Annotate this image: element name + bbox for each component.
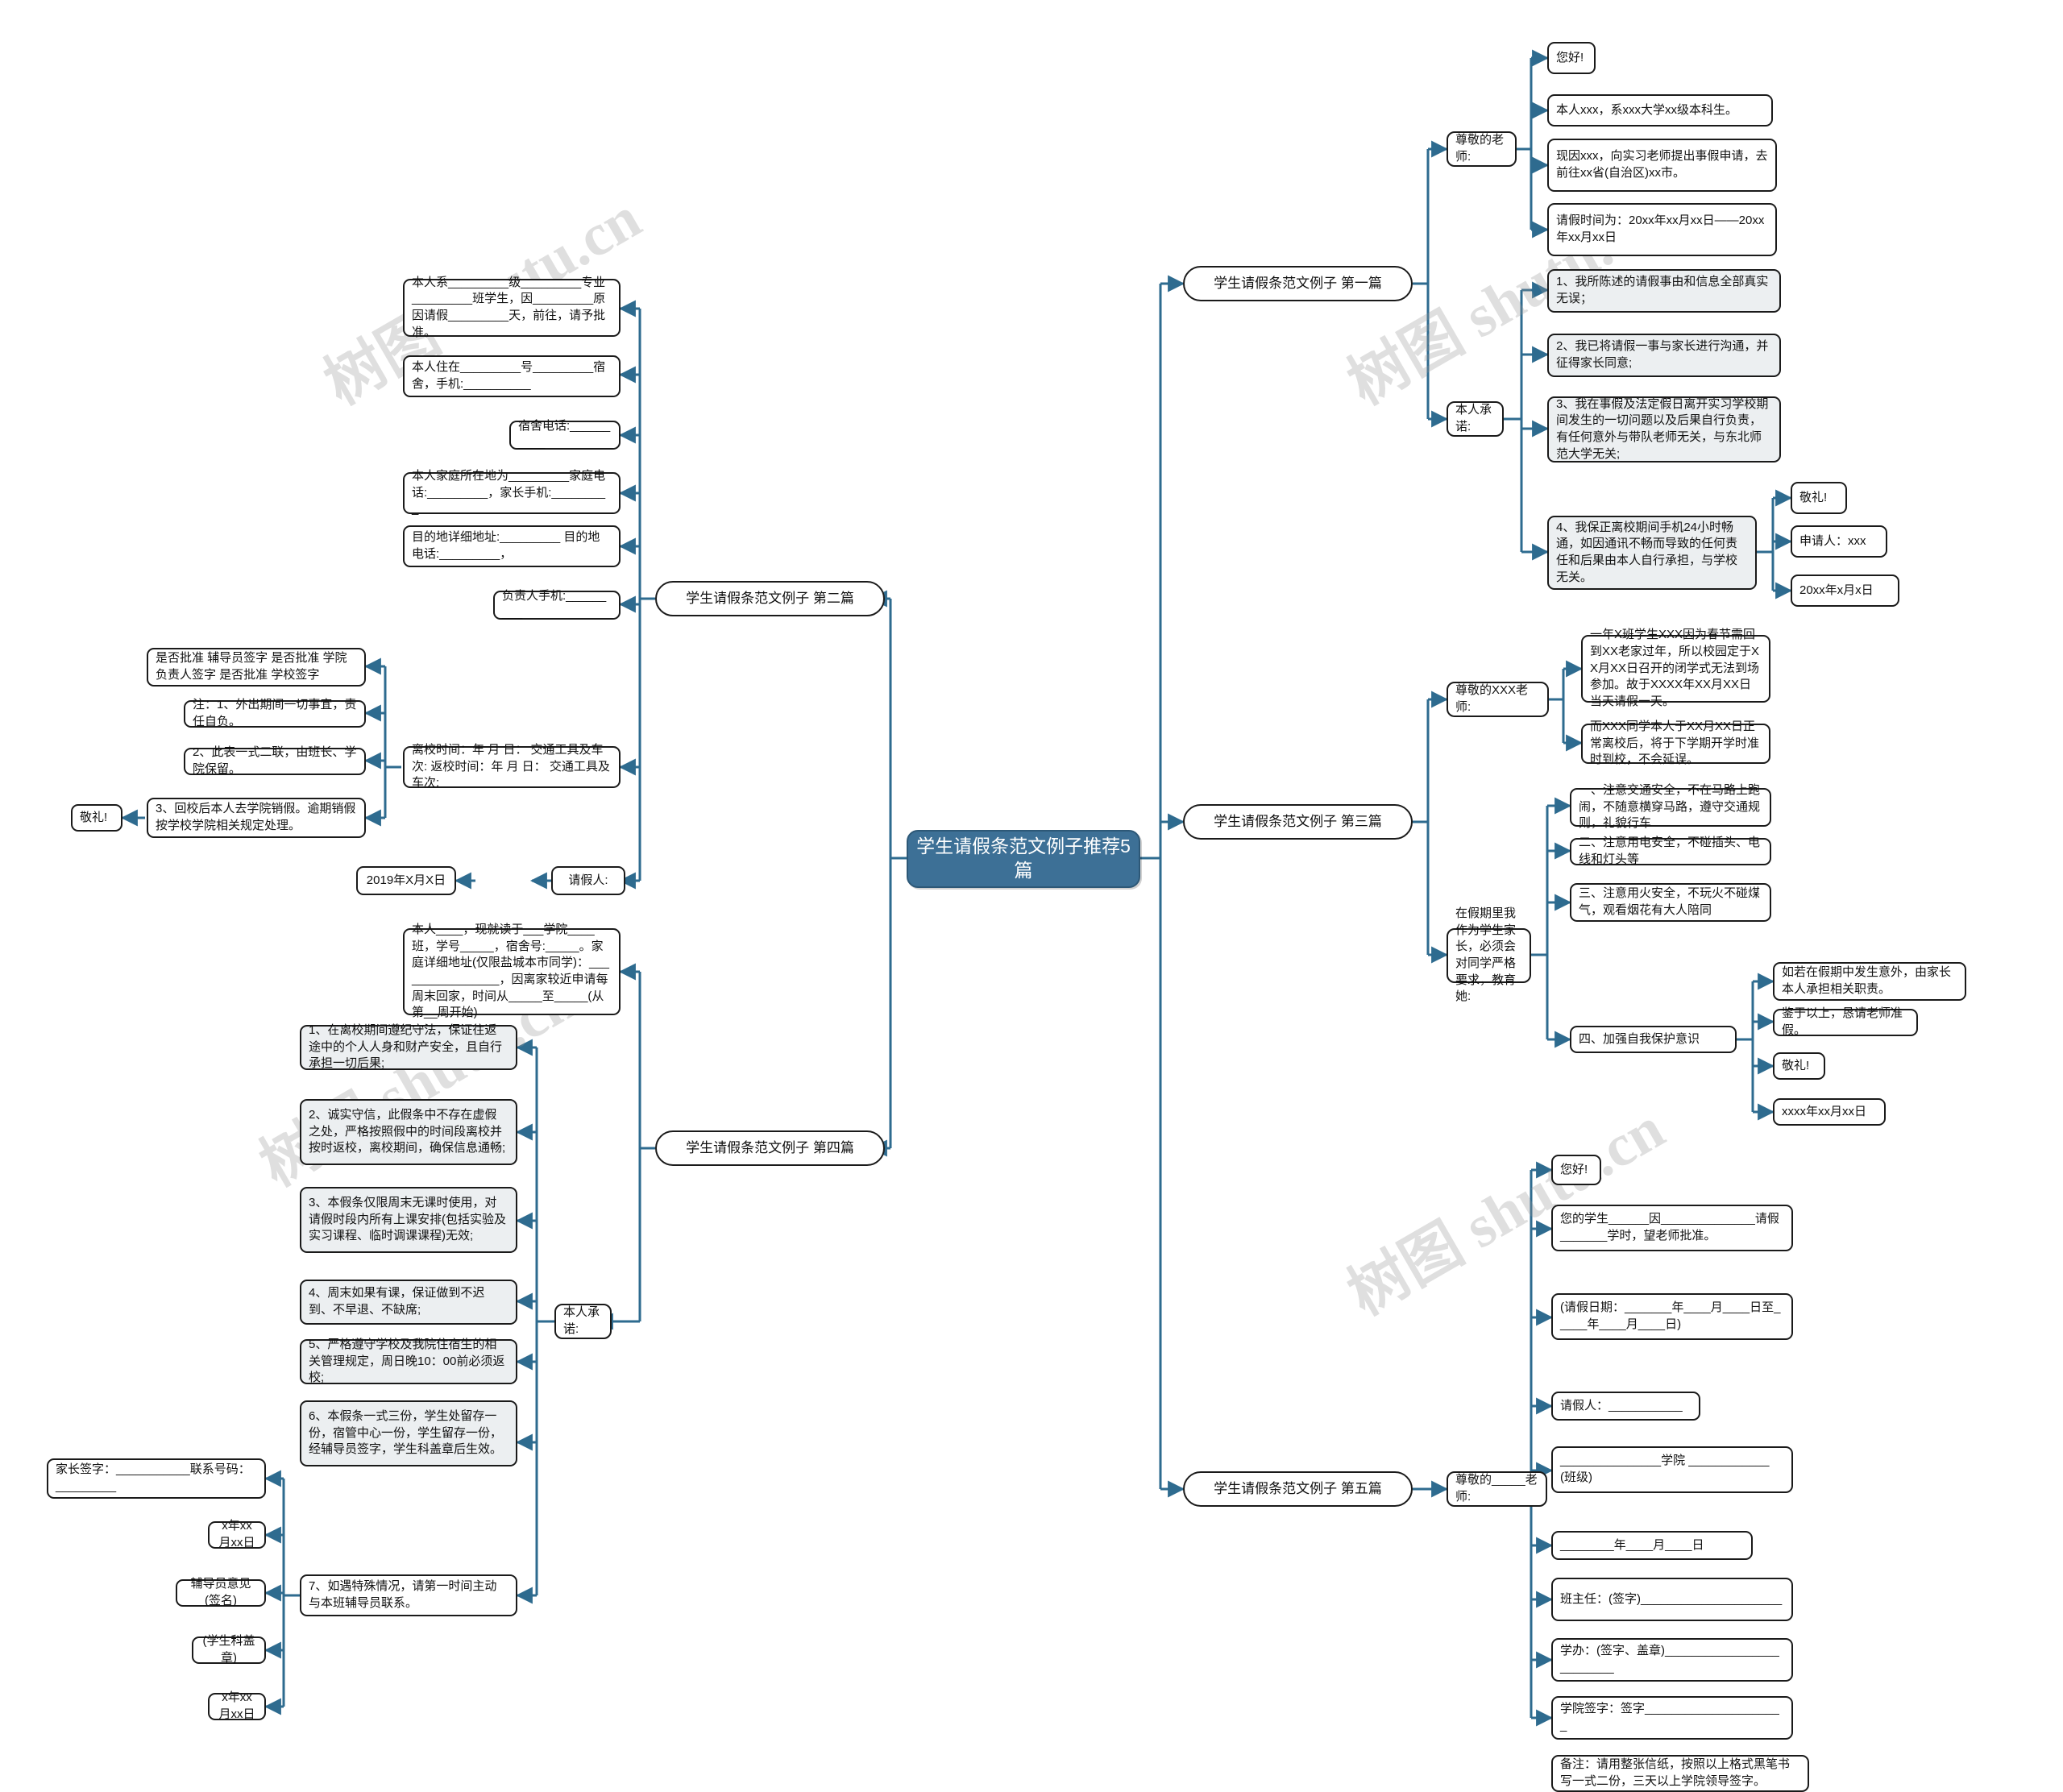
b4-parent-sign-node[interactable]: 家长签字：___________联系号码：_________ xyxy=(47,1458,266,1499)
branch-node-4[interactable]: 学生请假条范文例子 第四篇 xyxy=(655,1130,885,1166)
b1-self-intro-node[interactable]: 本人xxx，系xxx大学xx级本科生。 xyxy=(1547,94,1773,127)
b5-applicant-node[interactable]: 请假人：___________ xyxy=(1551,1392,1700,1421)
b1-salute-node[interactable]: 敬礼! xyxy=(1791,482,1847,514)
branch-node-5[interactable]: 学生请假条范文例子 第五篇 xyxy=(1183,1471,1413,1507)
b4-promise-item-4[interactable]: 4、周末如果有课，保证做到不迟到、不早退、不缺席; xyxy=(300,1280,517,1325)
b1-leave-period-node[interactable]: 请假时间为：20xx年xx月xx日——20xx年xx月xx日 xyxy=(1547,203,1777,256)
b2-date-node[interactable]: 2019年X月X日 xyxy=(356,866,456,895)
b2-dorm-node[interactable]: 本人住在_________号_________宿舍，手机:__________ xyxy=(403,355,621,397)
b2-leave-return-time-node[interactable]: 离校时间：年 月 日： 交通工具及车次: 返校时间：年 月 日： 交通工具及车次… xyxy=(403,743,621,790)
b1-greeting-node[interactable]: 您好! xyxy=(1547,42,1596,74)
b4-student-info-node[interactable]: 本人____，现就读于___学院____班，学号_____，宿舍号:_____。… xyxy=(403,923,621,1019)
b2-student-info-node[interactable]: 本人系_________级_________专业_________班学生，因__… xyxy=(403,276,621,339)
b3-request-node[interactable]: 鉴于以上，恳请老师准假。 xyxy=(1773,1006,1918,1037)
b2-contact-phone-node[interactable]: 负责人手机:_________ xyxy=(493,589,621,620)
b2-dorm-phone-node[interactable]: 宿舍电话:__________ xyxy=(509,419,621,450)
b3-safety-item-1[interactable]: 一、注意交通安全，不在马路上跑闹，不随意横穿马路，遵守交通规则，礼貌行车 xyxy=(1570,783,1771,830)
b4-date-node-1[interactable]: x年xx月xx日 xyxy=(208,1519,266,1549)
b4-counselor-opinion-node[interactable]: 辅导员意见(签名) xyxy=(176,1577,266,1607)
branch-node-2[interactable]: 学生请假条范文例子 第二篇 xyxy=(655,581,885,616)
center-topic[interactable]: 学生请假条范文例子推荐5篇 xyxy=(907,830,1140,888)
b1-date-node[interactable]: 20xx年x月x日 xyxy=(1791,575,1899,607)
b2-destination-node[interactable]: 目的地详细地址:_________ 目的地电话:_________， xyxy=(403,525,621,567)
b4-promise-item-3[interactable]: 3、本假条仅限周末无课时使用，对请假时段内所有上课安排(包括实验及实习课程、临时… xyxy=(300,1187,517,1253)
b2-note-1-node[interactable]: 注：1、外出期间一切事宜，责任自负。 xyxy=(184,698,366,728)
b3-salute-node[interactable]: 敬礼! xyxy=(1773,1052,1825,1080)
b1-promise-item-1[interactable]: 1、我所陈述的请假事由和信息全部真实无误； xyxy=(1547,269,1781,313)
b4-promise-node[interactable]: 本人承诺: xyxy=(554,1304,612,1339)
b1-promise-item-3[interactable]: 3、我在事假及法定假日离开实习学校期间发生的一切问题以及后果自行负责，有任何意外… xyxy=(1547,396,1781,463)
branch-node-3[interactable]: 学生请假条范文例子 第三篇 xyxy=(1183,804,1413,840)
b2-note-3-node[interactable]: 3、回校后本人去学院销假。逾期销假按学校学院相关规定处理。 xyxy=(147,798,366,838)
b3-teacher-node[interactable]: 尊敬的XXX老师: xyxy=(1447,682,1549,717)
branch-node-1[interactable]: 学生请假条范文例子 第一篇 xyxy=(1183,266,1413,301)
b3-safety-item-3[interactable]: 三、注意用火安全，不玩火不碰煤气，观看烟花有大人陪同 xyxy=(1570,883,1771,922)
b5-head-teacher-sign-node[interactable]: 班主任：(签字)_____________________ xyxy=(1551,1578,1793,1621)
b3-safety-item-2[interactable]: 二、注意用电安全，不碰插头、电线和灯头等 xyxy=(1570,836,1771,866)
b5-remark-node[interactable]: 备注：请用整张信纸，按照以上格式黑笔书写一式二份，三天以上学院领导签字。 xyxy=(1551,1755,1809,1792)
b4-promise-item-2[interactable]: 2、诚实守信，此假条中不存在虚假之处，严格按照假中的时间段离校并按时返校，离校期… xyxy=(300,1099,517,1165)
b4-promise-item-5[interactable]: 5、严格遵守学校及我院住宿生的相关管理规定，周日晚10：00前必须返校; xyxy=(300,1338,517,1384)
b2-applicant-node[interactable]: 请假人: xyxy=(551,866,625,895)
b5-greeting-node[interactable]: 您好! xyxy=(1551,1155,1601,1185)
b1-reason-node[interactable]: 现因xxx，向实习老师提出事假申请，去前往xx省(自治区)xx市。 xyxy=(1547,139,1777,192)
b5-request-node[interactable]: 您的学生______因______________请假_______学时，望老师… xyxy=(1551,1205,1793,1251)
b3-return-node[interactable]: 而XXX同学本人于XX月XX日正常离校后，将于下学期开学时准时到校，不会延误。 xyxy=(1581,720,1770,766)
b4-promise-item-7[interactable]: 7、如遇特殊情况，请第一时间主动与本班辅导员联系。 xyxy=(300,1574,517,1616)
b3-reason-node[interactable]: 一年X班学生XXX因为春节需回到XX老家过年，所以校园定于XX月XX日召开的闭学… xyxy=(1581,628,1770,708)
b1-teacher-node[interactable]: 尊敬的老师: xyxy=(1447,131,1517,167)
b2-approval-node[interactable]: 是否批准 辅导员签字 是否批准 学院负责人签字 是否批准 学校签字 xyxy=(147,648,366,687)
b3-liability-node[interactable]: 如若在假期中发生意外，由家长本人承担相关职责。 xyxy=(1773,962,1966,1001)
b4-date-node-2[interactable]: x年xx月xx日 xyxy=(208,1690,266,1721)
b5-academic-office-sign-node[interactable]: 学办：(签字、盖章)_________________________ xyxy=(1551,1638,1793,1682)
b3-safety-item-4[interactable]: 四、加强自我保护意识 xyxy=(1570,1026,1737,1053)
b2-family-node[interactable]: 本人家庭所在地为_________家庭电话:_________，家长手机:___… xyxy=(403,469,621,516)
b2-salute-node[interactable]: 敬礼! xyxy=(71,804,122,832)
b4-promise-item-6[interactable]: 6、本假条一式三份，学生处留存一份，宿管中心一份，学生留存一份，经辅导员签字，学… xyxy=(300,1400,517,1466)
b1-promise-item-4[interactable]: 4、我保正离校期间手机24小时畅通，如因通讯不畅而导致的任何责任和后果由本人自行… xyxy=(1547,516,1757,590)
b1-promise-item-2[interactable]: 2、我已将请假一事与家长进行沟通，并征得家长同意; xyxy=(1547,334,1781,377)
b4-student-office-stamp-node[interactable]: (学生科盖章) xyxy=(192,1634,266,1665)
b5-dates-node[interactable]: (请假日期：_______年____月____日至_____年____月____… xyxy=(1551,1293,1793,1340)
b3-date-node[interactable]: xxxx年xx月xx日 xyxy=(1773,1098,1886,1126)
b5-college-class-node[interactable]: _______________学院 ____________(班级) xyxy=(1551,1446,1793,1493)
b1-promise-node[interactable]: 本人承诺: xyxy=(1447,401,1504,437)
b5-date-node[interactable]: ________年____月____日 xyxy=(1551,1531,1753,1560)
b5-college-sign-node[interactable]: 学院签字：签字_____________________ xyxy=(1551,1696,1793,1740)
b2-note-2-node[interactable]: 2、此表一式二联，由班长、学院保留。 xyxy=(184,745,366,776)
b4-promise-item-1[interactable]: 1、在离校期间遵纪守法，保证往返途中的个人人身和财产安全，且自行承担一切后果; xyxy=(300,1023,517,1070)
b1-applicant-node[interactable]: 申请人：xxx xyxy=(1791,525,1887,558)
b3-guardian-node[interactable]: 在假期里我作为学生家长，必须会对同学严格要求，教育她: xyxy=(1447,906,1531,1003)
b5-teacher-node[interactable]: 尊敬的_____老师: xyxy=(1447,1471,1547,1507)
